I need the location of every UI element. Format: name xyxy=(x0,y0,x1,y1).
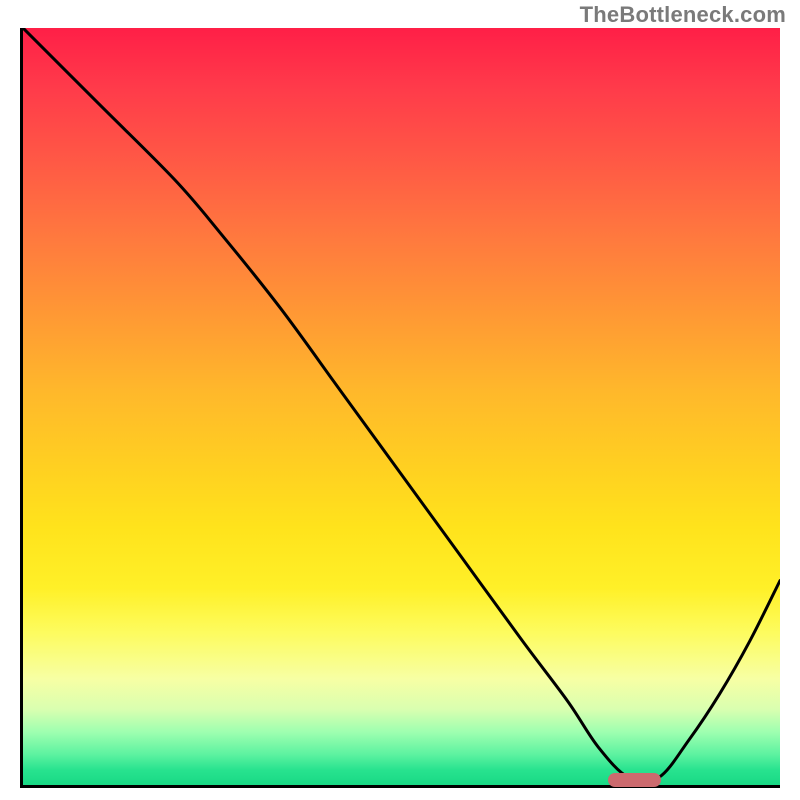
background-gradient xyxy=(23,28,780,785)
chart-frame: TheBottleneck.com xyxy=(0,0,800,800)
watermark-text: TheBottleneck.com xyxy=(580,2,786,28)
optimal-marker xyxy=(608,773,661,787)
plot-area xyxy=(20,28,780,788)
